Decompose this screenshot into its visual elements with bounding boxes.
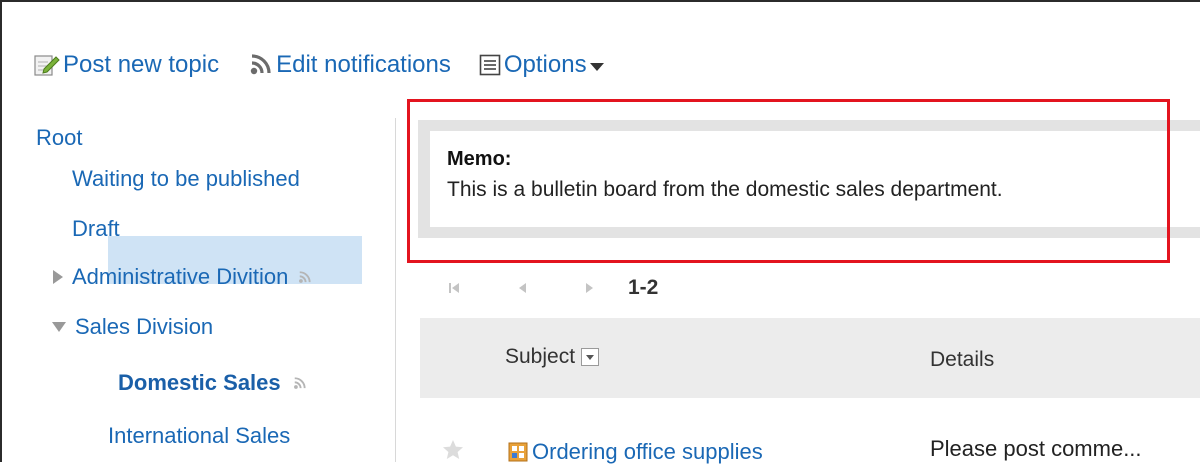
feed-icon	[298, 264, 312, 290]
options-label: Options	[503, 51, 587, 78]
topic-icon	[508, 442, 528, 462]
table-row-subject[interactable]: Ordering office supplies	[508, 439, 763, 465]
tree-item-domestic[interactable]: Domestic Sales	[118, 370, 307, 396]
previous-page-icon[interactable]	[512, 278, 532, 298]
first-page-icon[interactable]	[444, 278, 464, 298]
star-icon[interactable]	[441, 438, 465, 467]
category-tree: Root Waiting to be published Draft Admin…	[0, 0, 395, 462]
pane-divider	[395, 118, 396, 462]
table-row-details: Please post comme...	[930, 436, 1142, 461]
expand-arrow-icon[interactable]	[53, 270, 63, 284]
tree-item-draft[interactable]: Draft	[72, 216, 120, 242]
tree-item-label: Waiting to be published	[72, 166, 300, 191]
column-header-label: Subject	[505, 345, 576, 368]
pagination: 1-2	[444, 276, 658, 300]
tree-item-label: Draft	[72, 216, 120, 241]
tree-item-label: Administrative Divition	[72, 264, 289, 289]
tree-item-international[interactable]: International Sales	[108, 423, 290, 449]
tree-item-waiting[interactable]: Waiting to be published	[72, 166, 300, 192]
page-range: 1-2	[628, 276, 659, 299]
tree-item-label: International Sales	[108, 423, 291, 448]
tree-item-label: Domestic Sales	[118, 370, 281, 395]
column-header-subject: Subject	[505, 345, 600, 369]
collapse-arrow-icon[interactable]	[52, 322, 66, 332]
topic-link[interactable]: Ordering office supplies	[532, 439, 763, 465]
tree-item-label: Root	[36, 125, 83, 150]
tree-item-label: Sales Division	[75, 314, 214, 339]
tree-item-root[interactable]: Root	[36, 125, 82, 151]
next-page-icon[interactable]	[580, 278, 600, 298]
feed-icon	[293, 370, 307, 396]
tree-item-administrative[interactable]: Administrative Divition	[53, 264, 312, 290]
list-icon	[479, 54, 501, 76]
chevron-down-icon	[589, 63, 604, 71]
column-header-details: Details	[930, 348, 995, 371]
highlight-callout-box	[407, 99, 1170, 263]
tree-item-sales[interactable]: Sales Division	[52, 314, 213, 340]
options-menu[interactable]: Options	[479, 51, 604, 79]
sort-dropdown-icon[interactable]	[581, 348, 600, 366]
